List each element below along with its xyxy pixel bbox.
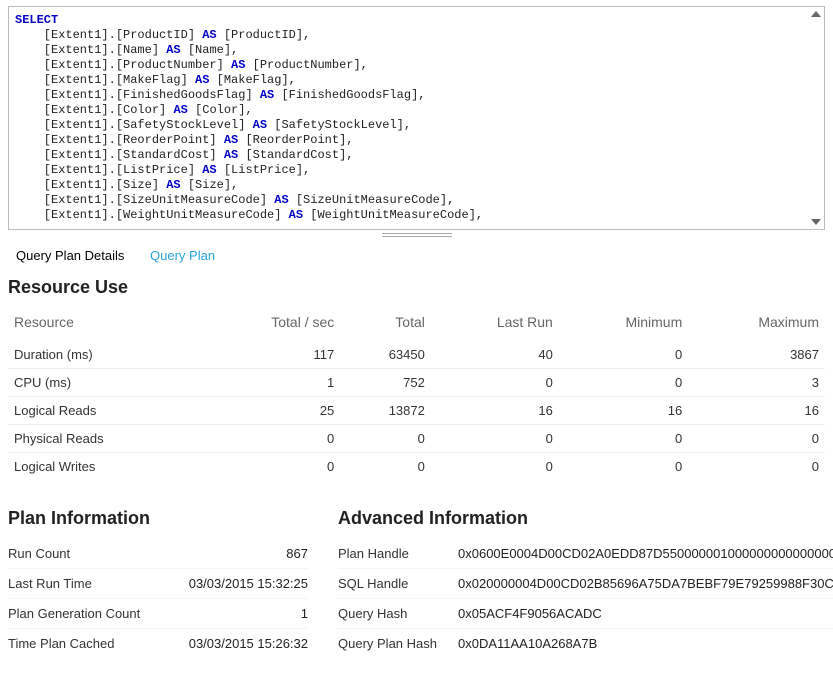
cell: 16 (431, 397, 559, 425)
col-min: Minimum (559, 308, 688, 341)
cell: 0 (559, 425, 688, 453)
cell: Logical Reads (8, 397, 199, 425)
cell: 0 (199, 453, 340, 481)
info-row: Last Run Time03/03/2015 15:32:25 (8, 568, 308, 598)
col-max: Maximum (688, 308, 825, 341)
info-value: 03/03/2015 15:26:32 (158, 636, 308, 651)
plan-information-heading: Plan Information (8, 508, 308, 529)
cell: 0 (431, 369, 559, 397)
resource-use-heading: Resource Use (8, 277, 825, 298)
scroll-down-icon[interactable] (811, 219, 821, 225)
col-total: Total (340, 308, 431, 341)
cell: Duration (ms) (8, 341, 199, 369)
info-value: 03/03/2015 15:32:25 (158, 576, 308, 591)
info-label: Run Count (8, 546, 158, 561)
splitter-handle-icon[interactable] (382, 233, 452, 237)
resource-use-table: Resource Total / sec Total Last Run Mini… (8, 308, 825, 480)
cell: 0 (559, 341, 688, 369)
cell: 0 (340, 453, 431, 481)
table-row: Physical Reads00000 (8, 425, 825, 453)
cell: 0 (688, 453, 825, 481)
info-value: 0x05ACF4F9056ACADC (458, 606, 833, 621)
table-row: Logical Reads2513872161616 (8, 397, 825, 425)
info-label: Time Plan Cached (8, 636, 158, 651)
col-last-run: Last Run (431, 308, 559, 341)
cell: 1 (199, 369, 340, 397)
cell: 3867 (688, 341, 825, 369)
cell: CPU (ms) (8, 369, 199, 397)
cell: 0 (431, 425, 559, 453)
advanced-information-heading: Advanced Information (338, 508, 833, 529)
table-row: Logical Writes00000 (8, 453, 825, 481)
tab-bar: Query Plan Details Query Plan (16, 248, 825, 263)
info-value: 1 (158, 606, 308, 621)
info-value: 0x0600E0004D00CD02A0EDD87D55000000100000… (458, 546, 833, 561)
table-row: Duration (ms)117634504003867 (8, 341, 825, 369)
info-row: Time Plan Cached03/03/2015 15:26:32 (8, 628, 308, 658)
info-value: 867 (158, 546, 308, 561)
cell: 0 (340, 425, 431, 453)
info-label: Query Plan Hash (338, 636, 458, 651)
cell: 16 (688, 397, 825, 425)
cell: 0 (431, 453, 559, 481)
info-value: 0x0DA11AA10A268A7B (458, 636, 833, 651)
cell: 0 (559, 453, 688, 481)
col-total-sec: Total / sec (199, 308, 340, 341)
sql-code: SELECT [Extent1].[ProductID] AS [Product… (15, 13, 818, 223)
table-row: CPU (ms)1752003 (8, 369, 825, 397)
info-label: SQL Handle (338, 576, 458, 591)
cell: 752 (340, 369, 431, 397)
info-value: 0x020000004D00CD02B85696A75DA7BEBF79E792… (458, 576, 833, 591)
tab-query-plan-details[interactable]: Query Plan Details (16, 248, 124, 263)
cell: 40 (431, 341, 559, 369)
sql-query-panel[interactable]: SELECT [Extent1].[ProductID] AS [Product… (8, 6, 825, 230)
info-row: SQL Handle0x020000004D00CD02B85696A75DA7… (338, 568, 833, 598)
info-row: Run Count867 (8, 539, 308, 568)
cell: 3 (688, 369, 825, 397)
tab-query-plan[interactable]: Query Plan (150, 248, 215, 263)
info-row: Plan Generation Count1 (8, 598, 308, 628)
cell: Physical Reads (8, 425, 199, 453)
splitter[interactable] (8, 230, 825, 240)
info-label: Plan Generation Count (8, 606, 158, 621)
cell: 13872 (340, 397, 431, 425)
cell: 0 (559, 369, 688, 397)
cell: 25 (199, 397, 340, 425)
info-label: Last Run Time (8, 576, 158, 591)
scroll-up-icon[interactable] (811, 11, 821, 17)
info-label: Plan Handle (338, 546, 458, 561)
cell: 117 (199, 341, 340, 369)
cell: 0 (199, 425, 340, 453)
cell: 0 (688, 425, 825, 453)
cell: 16 (559, 397, 688, 425)
info-label: Query Hash (338, 606, 458, 621)
cell: Logical Writes (8, 453, 199, 481)
info-row: Plan Handle0x0600E0004D00CD02A0EDD87D550… (338, 539, 833, 568)
cell: 63450 (340, 341, 431, 369)
col-resource: Resource (8, 308, 199, 341)
info-row: Query Hash0x05ACF4F9056ACADC (338, 598, 833, 628)
info-row: Query Plan Hash0x0DA11AA10A268A7B (338, 628, 833, 658)
